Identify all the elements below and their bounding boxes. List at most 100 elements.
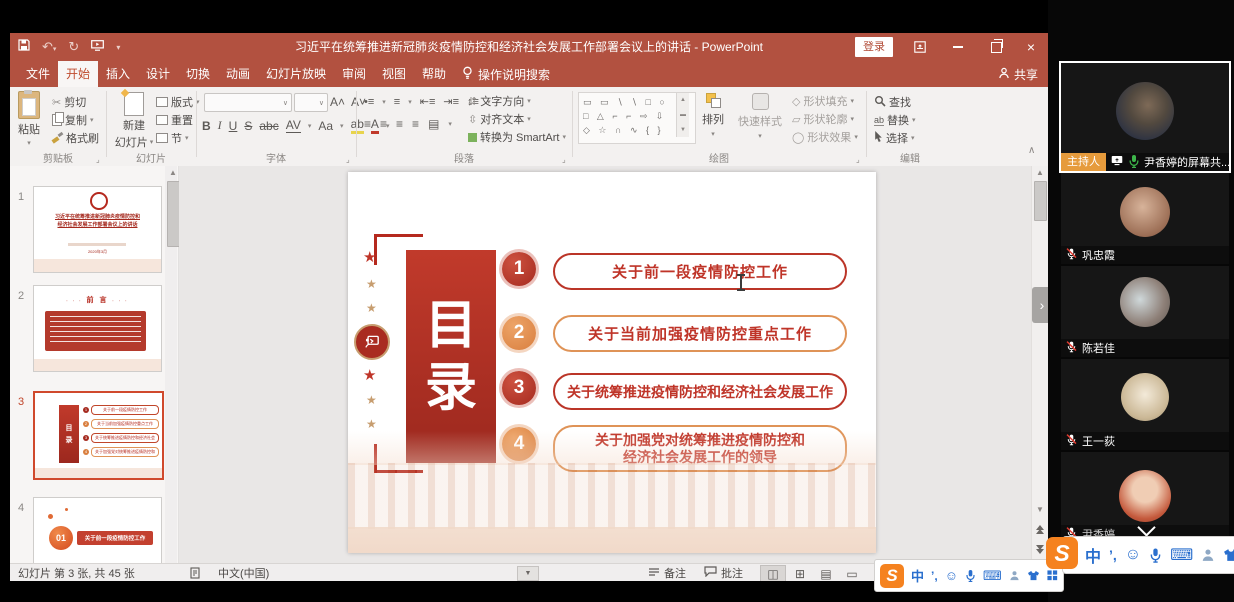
scroll-down-icon[interactable]: ▼ [1032,503,1048,517]
toc-number-1[interactable]: 1 [502,252,536,286]
font-size-combobox[interactable]: ∨ [294,93,328,112]
tab-help[interactable]: 帮助 [414,61,454,87]
cut-button[interactable]: ✂剪切 [52,94,86,110]
layout-button[interactable]: 版式▾ [156,94,200,110]
reading-view-button[interactable]: ▤ [814,566,838,582]
previous-slide-button[interactable] [1032,524,1048,535]
paste-button[interactable]: 粘贴 ▾ [18,91,40,147]
slide-thumbnail-1[interactable]: 习近平在统筹推进新冠肺炎疫情防控和 经济社会发展工作部署会议上的讲话 2020年… [33,186,162,273]
participant-tile-host[interactable]: 主持人 尹香婷的屏幕共... [1061,63,1229,171]
align-right-button[interactable]: ≡ [396,117,403,131]
tab-insert[interactable]: 插入 [98,61,138,87]
align-left-button[interactable]: ≡ [364,117,371,131]
undo-icon[interactable]: ↶▾ [42,39,56,55]
strikethrough-button[interactable]: S [244,119,252,133]
scrollbar-thumb[interactable] [1034,181,1047,221]
skin-shirt-icon[interactable] [1223,548,1234,562]
input-skin-person-icon[interactable] [1009,570,1020,581]
toc-item-3[interactable]: 关于统筹推进疫情防控和经济社会发展工作 [553,373,847,410]
tab-file[interactable]: 文件 [18,61,58,87]
sogou-logo-icon[interactable]: S [1046,537,1078,569]
grow-font-icon[interactable]: A˄ [330,95,345,109]
tab-transitions[interactable]: 切换 [178,61,218,87]
pane-collapse-button[interactable]: ▼ [517,566,539,581]
bold-button[interactable]: B [202,119,211,133]
smartart-button[interactable]: 转换为 SmartArt▾ [468,129,566,145]
input-skin-person-icon[interactable] [1201,548,1215,562]
font-name-combobox[interactable]: ∨ [204,93,292,112]
participant-tile[interactable]: 王一荻 [1061,359,1229,450]
dialog-launcher-icon[interactable]: ⌟ [856,155,860,164]
quick-styles-button[interactable]: 快速样式 ▾ [738,93,782,140]
emoji-icon[interactable]: ☺ [1125,546,1141,564]
shape-outline-button[interactable]: ▱形状轮廓▾ [792,111,854,127]
select-button[interactable]: 选择▾ [874,130,915,146]
slide-thumbnail-4[interactable]: 01 关于前一段疫情防控工作 [33,497,162,563]
toc-item-1[interactable]: 关于前一段疫情防控工作 [553,253,847,290]
align-center-button[interactable]: ≡ [380,117,387,131]
toolbox-grid-icon[interactable] [1047,570,1058,581]
reset-button[interactable]: 重置 [156,112,193,128]
tab-slideshow[interactable]: 幻灯片放映 [258,61,334,87]
tab-view[interactable]: 视图 [374,61,414,87]
tab-design[interactable]: 设计 [138,61,178,87]
close-button[interactable]: × [1014,33,1048,61]
tab-review[interactable]: 审阅 [334,61,374,87]
redo-icon[interactable]: ↻ [68,39,79,55]
start-slideshow-icon[interactable] [91,38,104,56]
chinese-mode-icon[interactable]: 中 [911,566,924,585]
columns-button[interactable]: ▤ [428,117,439,131]
tell-me-search[interactable]: 操作说明搜索 [462,61,550,87]
new-slide-button[interactable]: 新建 幻灯片▾ [112,92,156,150]
scroll-up-icon[interactable]: ▲ [1032,166,1048,180]
arrange-button[interactable]: 排列 ▾ [702,93,724,138]
collapse-ribbon-icon[interactable]: ∧ [1028,145,1035,156]
font-size-buttons[interactable]: A˄A˅ [330,95,366,109]
punctuation-icon[interactable]: ’, [931,569,938,583]
slide-scrollbar[interactable]: ▲ ▼ [1031,166,1048,563]
comments-toggle[interactable]: 批注 [704,564,743,581]
toc-item-2[interactable]: 关于当前加强疫情防控重点工作 [553,315,847,352]
dialog-launcher-icon[interactable]: ⌟ [346,155,350,164]
replace-button[interactable]: ab替换▾ [874,112,916,128]
minimize-button[interactable] [941,33,975,61]
emoji-icon[interactable]: ☺ [945,568,958,583]
increase-indent-button[interactable]: ⇥≡ [443,95,459,108]
restore-button[interactable] [979,33,1013,61]
decrease-indent-button[interactable]: ⇤≡ [420,95,436,108]
skin-shirt-icon[interactable] [1027,570,1040,581]
login-button[interactable]: 登录 [855,37,893,57]
underline-button[interactable]: U [229,119,238,133]
keyboard-icon[interactable]: ⌨ [1170,545,1193,565]
language-indicator[interactable]: 中文(中国) [218,564,269,581]
slide-editing-area[interactable]: ★ ★ ★ ★ ★ ★ 目 录 1 关于前一段疫情防控工作 2 关于当前加强疫情… [348,172,876,553]
clear-format-button[interactable]: abc [259,119,278,133]
dialog-launcher-icon[interactable]: ⌟ [96,155,100,164]
slideshow-view-button[interactable]: ▭ [840,566,864,582]
punctuation-icon[interactable]: ’, [1109,547,1117,563]
char-spacing-button[interactable]: AV [286,118,301,133]
toc-number-2[interactable]: 2 [502,316,536,350]
sogou-logo-icon[interactable]: S [880,564,904,588]
chinese-mode-icon[interactable]: 中 [1085,543,1101,567]
accessibility-check-icon[interactable] [190,564,200,581]
tab-animations[interactable]: 动画 [218,61,258,87]
change-case-button[interactable]: Aa [318,119,333,133]
copy-button[interactable]: 复制▾ [52,112,94,128]
bullets-button[interactable]: •≡ [364,96,374,108]
numbering-button[interactable]: ≡ [394,96,400,108]
slide-thumbnail-2[interactable]: · · · 前 言 · · · [33,285,162,372]
format-painter-button[interactable]: 格式刷 [52,130,99,146]
dialog-launcher-icon[interactable]: ⌟ [562,155,566,164]
italic-button[interactable]: I [218,118,222,133]
save-icon[interactable] [18,38,30,56]
find-button[interactable]: 查找 [874,94,911,110]
keyboard-icon[interactable]: ⌨ [983,568,1002,584]
shape-fill-button[interactable]: ◇形状填充▾ [792,93,854,109]
toc-number-3[interactable]: 3 [502,371,536,405]
slide-sorter-view-button[interactable]: ⊞ [788,566,812,582]
voice-input-icon[interactable] [965,569,976,582]
justify-button[interactable]: ≡ [412,117,419,131]
customize-qat-icon[interactable]: ▾ [116,43,120,52]
shapes-gallery-scrollbar[interactable]: ▲▬▼ [676,93,689,137]
